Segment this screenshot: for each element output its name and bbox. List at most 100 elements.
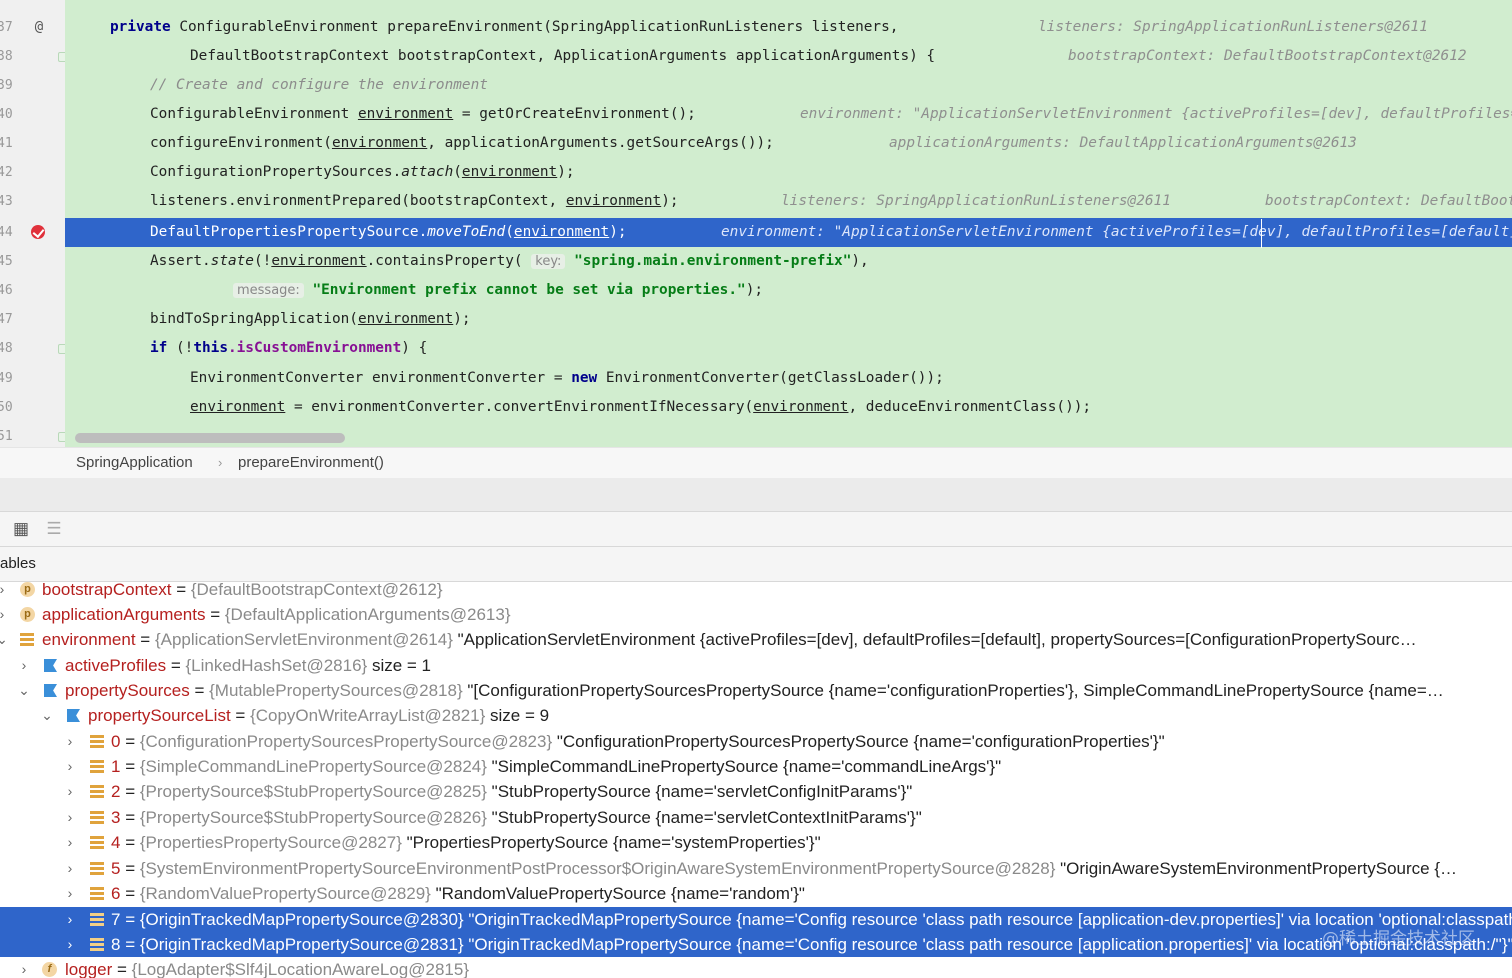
list-item[interactable]: › 0 = {ConfigurationPropertySourcesPrope… bbox=[0, 729, 1512, 754]
local-variable-icon bbox=[20, 633, 34, 647]
variables-title: ables bbox=[0, 555, 36, 572]
expand-arrow-icon[interactable]: › bbox=[63, 805, 77, 830]
line-number: 48 bbox=[0, 341, 13, 356]
code-line-38[interactable]: DefaultBootstrapContext bootstrapContext… bbox=[65, 42, 1512, 71]
expand-arrow-icon[interactable]: › bbox=[63, 932, 77, 957]
gutter-line-46: 46 bbox=[0, 276, 65, 305]
debugger-toolbar: ▦ ☰ bbox=[0, 512, 1512, 547]
line-number: 44 bbox=[0, 225, 13, 240]
expand-arrow-icon[interactable]: › bbox=[17, 957, 31, 978]
list-item[interactable]: › 3 = {PropertySource$StubPropertySource… bbox=[0, 805, 1512, 830]
code-line-47[interactable]: bindToSpringApplication(environment); bbox=[65, 305, 1512, 334]
inline-debug-hint: applicationArguments: DefaultApplication… bbox=[889, 135, 1357, 151]
expand-arrow-icon[interactable]: › bbox=[63, 907, 77, 932]
gutter-line-41: 41 bbox=[0, 129, 65, 158]
code-line-43[interactable]: listeners.environmentPrepared(bootstrapC… bbox=[65, 187, 1512, 216]
breadcrumb: SpringApplication › prepareEnvironment() bbox=[0, 447, 1512, 479]
line-number: 39 bbox=[0, 78, 13, 93]
variable-row[interactable]: › f logger = {LogAdapter$Slf4jLocationAw… bbox=[0, 957, 1512, 978]
line-number: 37 bbox=[0, 20, 13, 35]
variable-row[interactable]: › activeProfiles = {LinkedHashSet@2816} … bbox=[0, 653, 1512, 678]
parameter-icon: p bbox=[20, 582, 35, 597]
gutter-line-50: 50 bbox=[0, 393, 65, 422]
line-number: 51 bbox=[0, 429, 13, 444]
code-line-39[interactable]: // Create and configure the environment bbox=[65, 71, 1512, 100]
code-area[interactable]: private ConfigurableEnvironment prepareE… bbox=[65, 0, 1512, 447]
line-number: 41 bbox=[0, 136, 13, 151]
variable-row[interactable]: ⌄ propertySourceList = {CopyOnWriteArray… bbox=[0, 703, 1512, 728]
breadcrumb-method[interactable]: prepareEnvironment() bbox=[238, 448, 384, 478]
code-editor[interactable]: 37 @ 38 39 40 41 42 43 44 45 46 47 48 49 … bbox=[0, 0, 1512, 447]
variable-row[interactable]: ⌄ propertySources = {MutablePropertySour… bbox=[0, 678, 1512, 703]
variables-panel-header: ables bbox=[0, 547, 1512, 582]
expand-arrow-icon[interactable]: › bbox=[63, 729, 77, 754]
table-view-icon[interactable]: ▦ bbox=[11, 519, 31, 539]
code-line-46[interactable]: message: "Environment prefix cannot be s… bbox=[65, 276, 1512, 305]
field-flag-icon bbox=[67, 709, 80, 722]
horizontal-scrollbar[interactable] bbox=[75, 433, 345, 443]
code-line-41[interactable]: configureEnvironment(environment, applic… bbox=[65, 129, 1512, 158]
expand-arrow-icon[interactable]: › bbox=[0, 602, 9, 627]
panel-divider[interactable] bbox=[0, 478, 1512, 512]
code-line-44-current-execution[interactable]: DefaultPropertiesPropertySource.moveToEn… bbox=[65, 218, 1512, 247]
code-line-45[interactable]: Assert.state(!environment.containsProper… bbox=[65, 247, 1512, 276]
parameter-name-hint: message: bbox=[233, 283, 304, 298]
code-line-37[interactable]: private ConfigurableEnvironment prepareE… bbox=[65, 13, 1512, 42]
expand-arrow-icon[interactable]: › bbox=[63, 856, 77, 881]
expand-arrow-icon[interactable]: › bbox=[63, 779, 77, 804]
array-element-icon bbox=[90, 938, 104, 952]
field-flag-icon bbox=[44, 659, 57, 672]
line-number: 49 bbox=[0, 371, 13, 386]
collapse-arrow-icon[interactable]: ⌄ bbox=[17, 678, 31, 703]
breadcrumb-class[interactable]: SpringApplication bbox=[76, 448, 193, 478]
array-element-icon bbox=[90, 862, 104, 876]
expand-arrow-icon[interactable]: › bbox=[17, 653, 31, 678]
array-element-icon bbox=[90, 760, 104, 774]
breadcrumb-separator-icon: › bbox=[218, 455, 223, 470]
list-item[interactable]: › 5 = {SystemEnvironmentPropertySourceEn… bbox=[0, 856, 1512, 881]
list-item[interactable]: › 4 = {PropertiesPropertySource@2827} "P… bbox=[0, 830, 1512, 855]
gutter-line-47: 47 bbox=[0, 305, 65, 334]
list-item[interactable]: › 6 = {RandomValuePropertySource@2829} "… bbox=[0, 881, 1512, 906]
inline-debug-hint: environment: "ApplicationServletEnvironm… bbox=[721, 224, 1512, 240]
line-number: 45 bbox=[0, 254, 13, 269]
variable-row[interactable]: ⌄ environment = {ApplicationServletEnvir… bbox=[0, 627, 1512, 652]
gutter-line-38: 38 bbox=[0, 42, 68, 71]
line-number: 38 bbox=[0, 49, 13, 64]
layout-icon[interactable]: ☰ bbox=[44, 519, 64, 539]
collapse-arrow-icon[interactable]: ⌄ bbox=[0, 627, 9, 652]
inline-debug-hint: environment: "ApplicationServletEnvironm… bbox=[800, 106, 1512, 122]
code-line-50[interactable]: environment = environmentConverter.conve… bbox=[65, 393, 1512, 422]
expand-arrow-icon[interactable]: › bbox=[63, 754, 77, 779]
array-element-icon bbox=[90, 811, 104, 825]
list-item-selected[interactable]: › 8 = {OriginTrackedMapPropertySource@28… bbox=[0, 932, 1512, 957]
inline-debug-hint: listeners: SpringApplicationRunListeners… bbox=[781, 193, 1171, 209]
breakpoint-icon[interactable] bbox=[31, 225, 45, 239]
right-margin-guide bbox=[1261, 219, 1262, 248]
gutter-line-37: 37 @ bbox=[0, 13, 65, 42]
list-item[interactable]: › 1 = {SimpleCommandLinePropertySource@2… bbox=[0, 754, 1512, 779]
parameter-icon: p bbox=[20, 607, 35, 622]
collapse-arrow-icon[interactable]: ⌄ bbox=[40, 703, 54, 728]
code-line-40[interactable]: ConfigurableEnvironment environment = ge… bbox=[65, 100, 1512, 129]
expand-arrow-icon[interactable]: › bbox=[0, 582, 9, 602]
line-number: 50 bbox=[0, 400, 13, 415]
expand-arrow-icon[interactable]: › bbox=[63, 881, 77, 906]
gutter-line-39: 39 bbox=[0, 71, 65, 100]
inline-debug-hint: bootstrapContext: DefaultBootstrapContex… bbox=[1265, 193, 1512, 209]
code-line-48[interactable]: if (!this.isCustomEnvironment) { bbox=[65, 334, 1512, 363]
code-line-49[interactable]: EnvironmentConverter environmentConverte… bbox=[65, 364, 1512, 393]
gutter-line-48: 48 bbox=[0, 334, 68, 363]
variable-row[interactable]: › p bootstrapContext = {DefaultBootstrap… bbox=[0, 582, 1512, 602]
code-line-42[interactable]: ConfigurationPropertySources.attach(envi… bbox=[65, 158, 1512, 187]
gutter-line-43: 43 bbox=[0, 187, 65, 216]
list-item[interactable]: › 2 = {PropertySource$StubPropertySource… bbox=[0, 779, 1512, 804]
list-item-selected[interactable]: › 7 = {OriginTrackedMapPropertySource@28… bbox=[0, 907, 1512, 932]
line-number: 47 bbox=[0, 312, 13, 327]
variable-row[interactable]: › p applicationArguments = {DefaultAppli… bbox=[0, 602, 1512, 627]
expand-arrow-icon[interactable]: › bbox=[63, 830, 77, 855]
parameter-name-hint: key: bbox=[531, 254, 566, 269]
override-annotation-icon[interactable]: @ bbox=[29, 13, 49, 42]
variables-tree[interactable]: › p bootstrapContext = {DefaultBootstrap… bbox=[0, 582, 1512, 978]
gutter-line-49: 49 bbox=[0, 364, 65, 393]
